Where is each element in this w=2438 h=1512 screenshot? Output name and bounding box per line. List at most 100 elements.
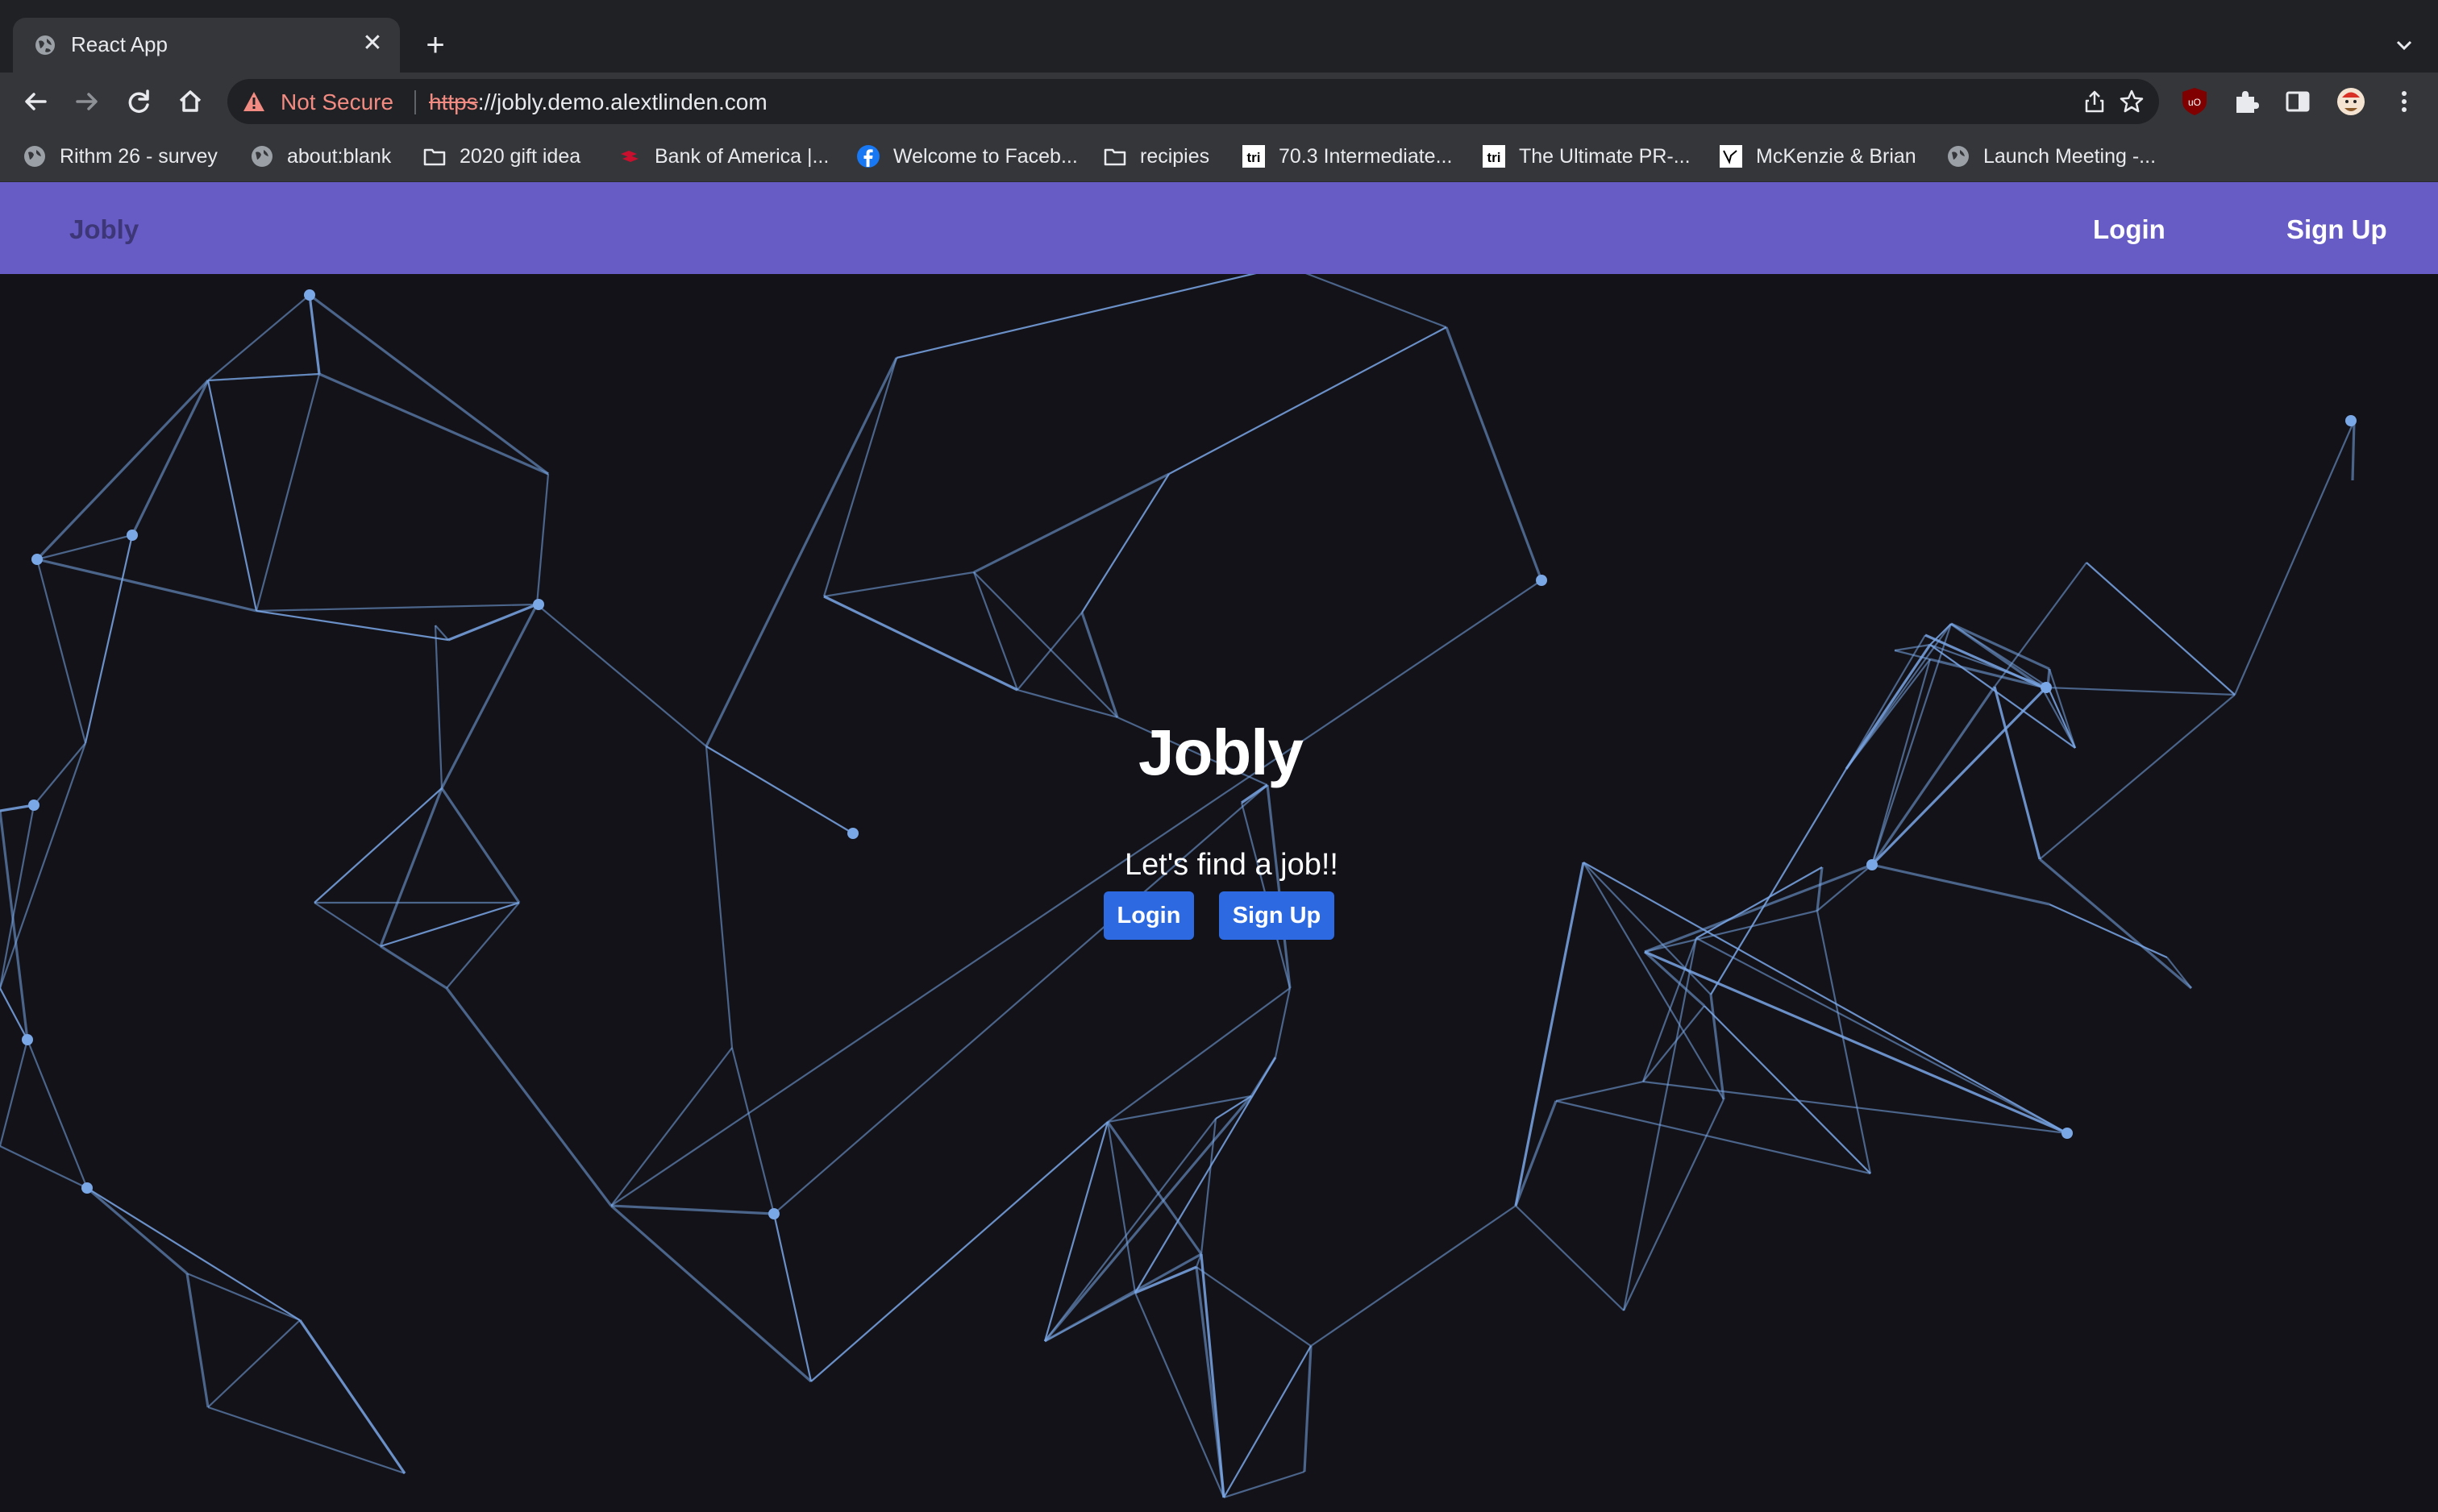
ublock-origin-icon[interactable]: uO: [2178, 85, 2211, 118]
bookmark-label: McKenzie & Brian: [1756, 144, 1916, 168]
bookmark-label: Bank of America |...: [655, 144, 830, 168]
network-node: [304, 289, 315, 301]
navbar-login-link[interactable]: Login: [2093, 214, 2165, 245]
reload-icon[interactable]: [121, 84, 156, 119]
wedding-site-icon: [1720, 145, 1742, 168]
tab-close-icon[interactable]: ✕: [360, 31, 385, 56]
bookmark-item[interactable]: Welcome to Faceb...: [856, 142, 1078, 171]
bookmark-item[interactable]: 2020 gift idea: [422, 142, 580, 171]
network-link: [1583, 862, 1724, 1100]
network-node: [127, 530, 138, 541]
network-link: [705, 357, 898, 747]
network-link: [0, 810, 29, 1041]
network-link: [730, 1047, 776, 1215]
network-link: [1704, 1005, 1871, 1174]
network-link: [1644, 863, 1873, 953]
new-tab-button[interactable]: +: [419, 29, 451, 61]
bank-of-america-icon: [621, 151, 639, 162]
tri-icon: tri: [1483, 145, 1505, 168]
bookmark-label: The Ultimate PR-...: [1519, 144, 1691, 168]
bookmark-label: 2020 gift idea: [460, 144, 581, 168]
network-link: [973, 571, 1118, 718]
address-bar[interactable]: Not Secure https://jobly.demo.alextlinde…: [227, 79, 2159, 124]
network-link: [1816, 910, 1872, 1174]
side-panel-icon[interactable]: [2282, 85, 2314, 118]
bookmark-item[interactable]: about:blank: [250, 142, 391, 171]
bookmark-item[interactable]: Launch Meeting -...: [1946, 142, 2156, 171]
bookmark-star-icon[interactable]: [2119, 89, 2145, 114]
bookmark-item[interactable]: Rithm 26 - survey: [23, 142, 218, 171]
chevron-down-icon[interactable]: [2391, 32, 2417, 58]
network-link: [380, 945, 447, 990]
bookmark-label: recipies: [1140, 144, 1210, 168]
network-link: [1993, 686, 2041, 860]
network-link: [1871, 863, 2050, 906]
hero-login-button[interactable]: Login: [1104, 891, 1194, 940]
network-link: [1107, 987, 1291, 1123]
browser-chrome: React App ✕ + Not Secure https://jobly.d…: [0, 0, 2438, 182]
network-link: [1168, 326, 1447, 475]
bookmark-item[interactable]: McKenzie & Brian: [1719, 142, 1916, 171]
network-link: [207, 372, 320, 382]
network-link: [445, 987, 613, 1207]
security-status[interactable]: Not Secure: [281, 89, 393, 115]
network-link: [440, 787, 521, 903]
tab-strip: React App ✕ +: [0, 0, 2438, 73]
network-link: [2045, 686, 2236, 696]
forward-arrow-icon[interactable]: [69, 84, 105, 119]
facebook-icon: [857, 145, 880, 168]
network-link: [1286, 264, 1447, 329]
network-link: [2086, 562, 2236, 696]
network-link: [1695, 937, 2068, 1134]
network-link: [440, 604, 539, 789]
bookmark-item[interactable]: recipies: [1103, 142, 1209, 171]
profile-avatar-icon[interactable]: [2335, 85, 2367, 118]
hero-signup-button[interactable]: Sign Up: [1219, 891, 1334, 940]
svg-text:tri: tri: [1247, 150, 1261, 165]
url-text[interactable]: https://jobly.demo.alextlinden.com: [429, 89, 768, 115]
network-link: [1223, 1345, 1312, 1498]
network-link: [810, 1121, 1109, 1382]
bookmark-item[interactable]: tri The Ultimate PR-...: [1482, 142, 1691, 171]
network-link: [1017, 688, 1118, 719]
network-link: [1134, 1265, 1197, 1294]
network-link: [1924, 633, 2042, 688]
network-link: [298, 1319, 406, 1474]
page-viewport: Jobly Login Sign Up Jobly Let's find a j…: [0, 182, 2438, 1512]
more-menu-icon[interactable]: [2388, 85, 2420, 118]
navbar-signup-link[interactable]: Sign Up: [2286, 214, 2387, 245]
network-link: [1583, 862, 1712, 995]
network-link: [36, 534, 133, 561]
network-link: [1870, 686, 2048, 866]
network-link: [207, 294, 310, 381]
network-link: [1555, 1080, 1644, 1103]
network-node: [2345, 415, 2357, 426]
hero-title: Jobly: [1138, 717, 1304, 788]
network-link: [434, 625, 443, 789]
network-link: [446, 902, 520, 989]
back-arrow-icon[interactable]: [18, 84, 53, 119]
network-link: [447, 603, 538, 642]
network-link: [1515, 1205, 1625, 1311]
network-link: [186, 1272, 301, 1322]
network-link: [35, 379, 210, 561]
network-link: [2166, 957, 2192, 989]
network-link: [1043, 1095, 1253, 1343]
network-link: [1514, 862, 1585, 1207]
bookmark-item[interactable]: tri 70.3 Intermediate...: [1242, 142, 1452, 171]
network-link: [206, 380, 258, 612]
browser-tab-active[interactable]: React App ✕: [13, 18, 400, 73]
network-link: [131, 380, 210, 536]
bookmark-item[interactable]: Bank of America |...: [618, 142, 829, 171]
share-icon[interactable]: [2082, 89, 2107, 114]
home-icon[interactable]: [173, 84, 208, 119]
network-link: [1080, 612, 1119, 718]
network-link: [973, 472, 1170, 574]
omnibox-divider: [414, 90, 416, 114]
browser-toolbar: Not Secure https://jobly.demo.alextlinde…: [0, 73, 2438, 131]
bookmark-label: about:blank: [287, 144, 392, 168]
extensions-puzzle-icon[interactable]: [2230, 85, 2262, 118]
navbar-brand[interactable]: Jobly: [69, 214, 139, 245]
network-link: [0, 1039, 29, 1147]
svg-text:uO: uO: [2188, 97, 2201, 108]
